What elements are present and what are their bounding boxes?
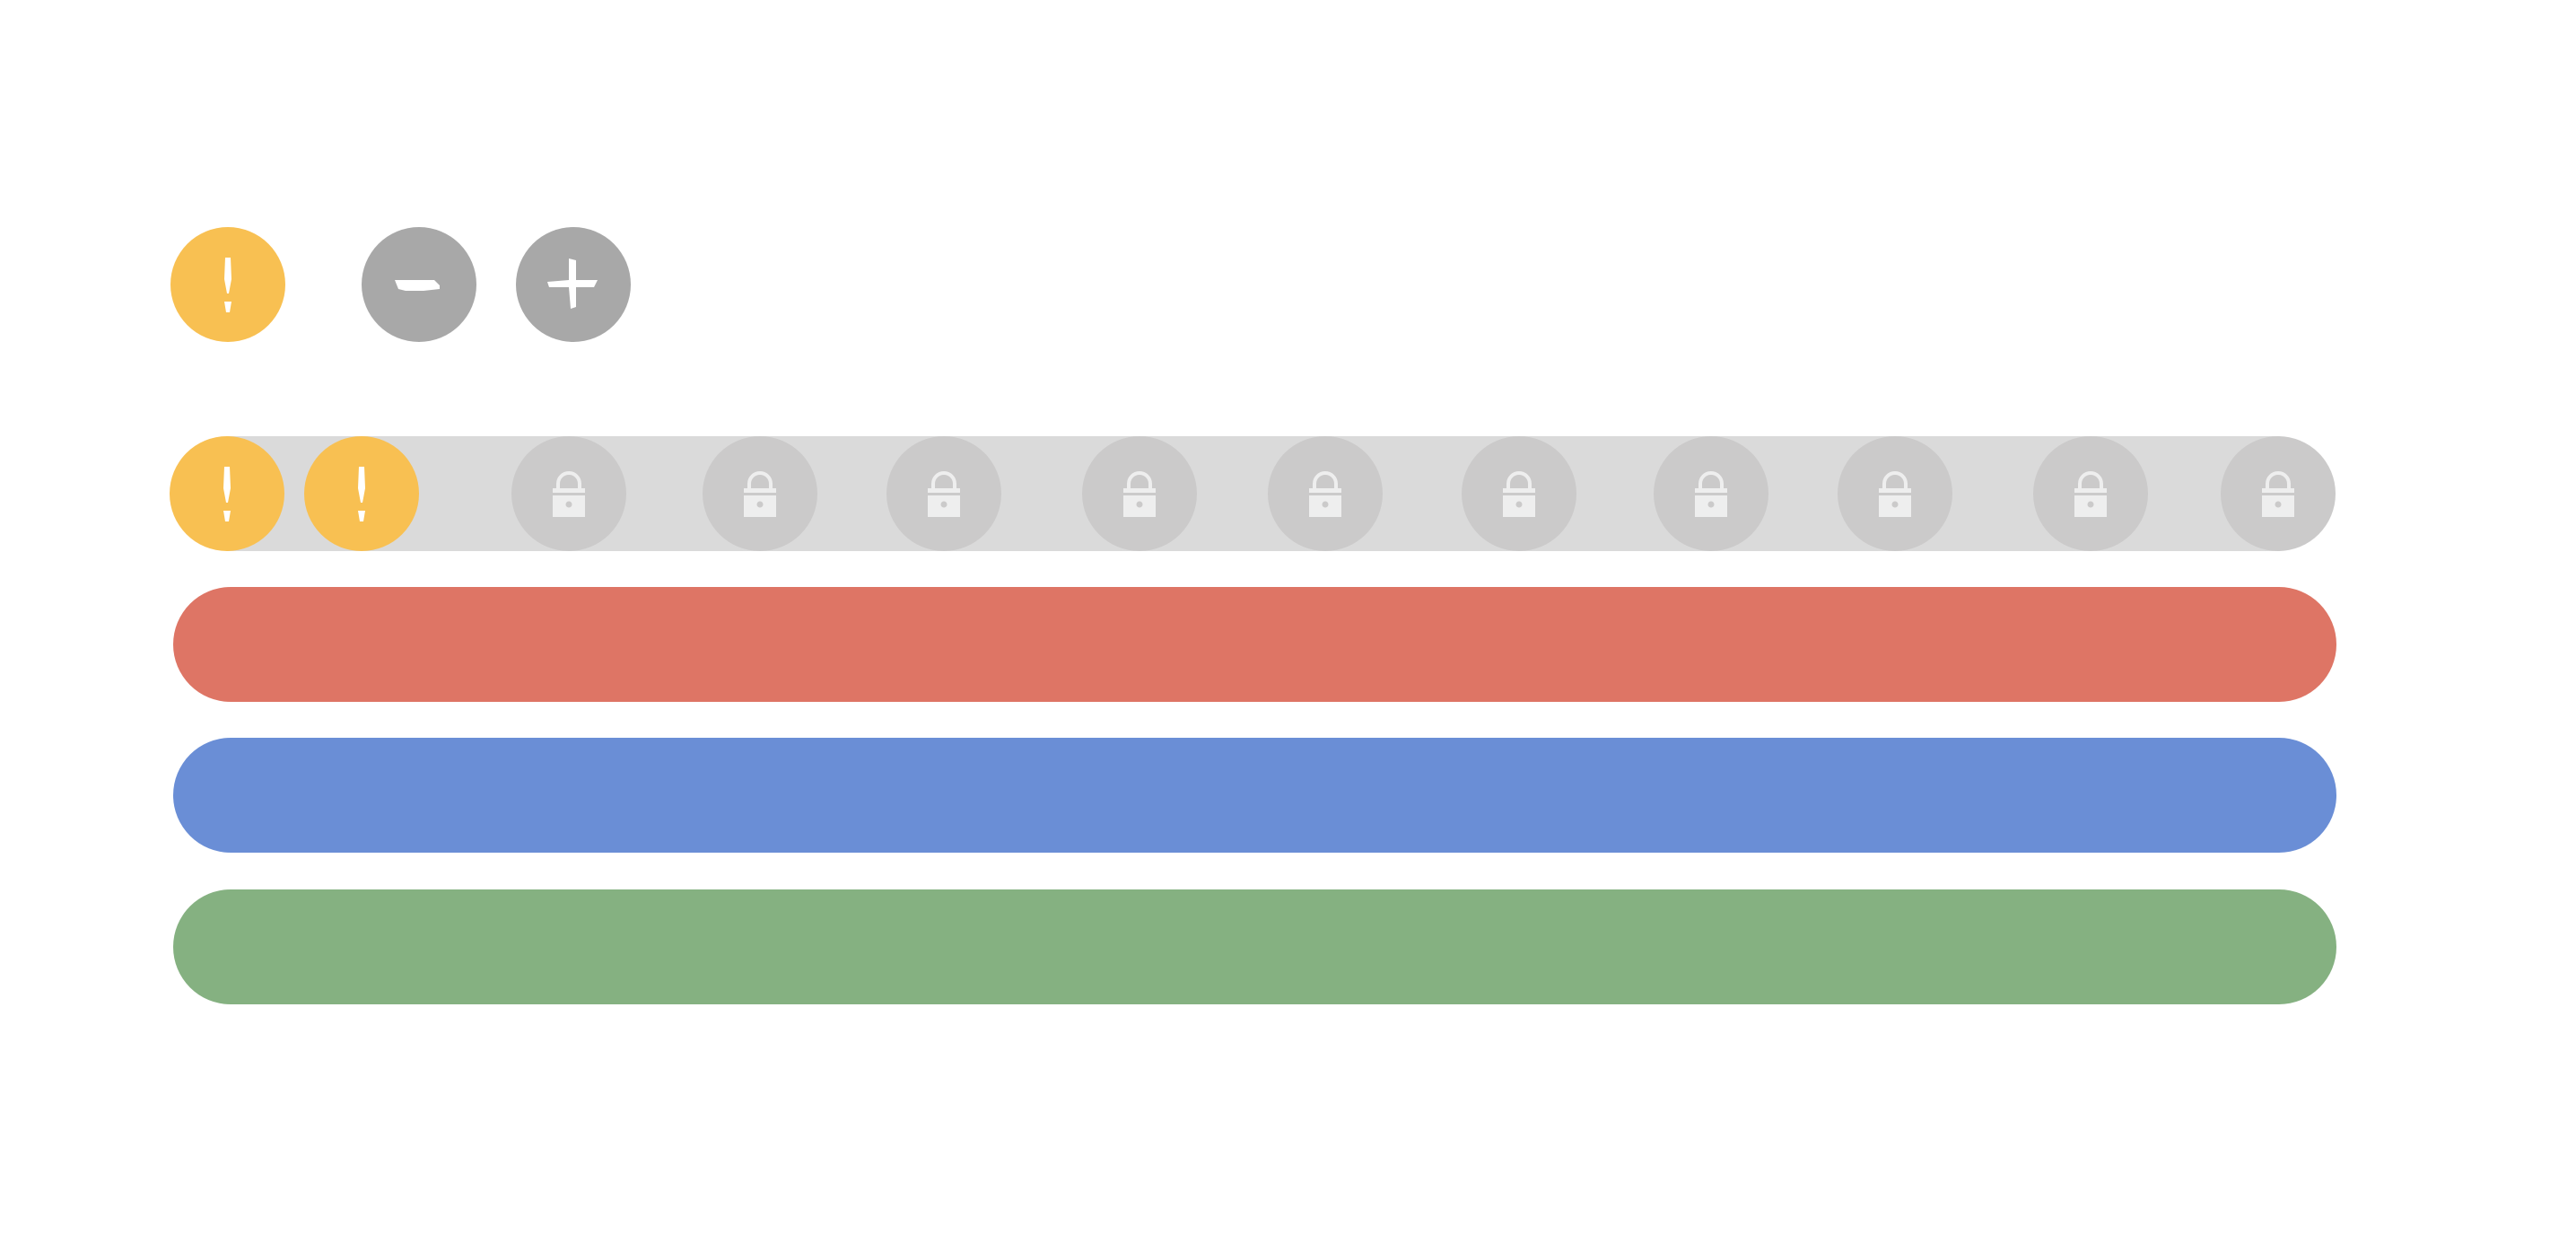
exclamation-icon: [223, 467, 231, 521]
padlock-icon: [2262, 471, 2294, 517]
level-node-locked[interactable]: [511, 436, 626, 551]
level-node-locked[interactable]: [703, 436, 817, 551]
padlock-icon: [1695, 471, 1727, 517]
level-node-locked[interactable]: [1268, 436, 1383, 551]
padlock-icon: [553, 471, 585, 517]
plus-button[interactable]: [516, 227, 631, 342]
minus-button[interactable]: [362, 227, 476, 342]
padlock-icon: [2074, 471, 2107, 517]
padlock-icon: [1879, 471, 1911, 517]
exclamation-icon: [224, 258, 231, 312]
level-node-locked[interactable]: [1462, 436, 1576, 551]
level-node-unlocked[interactable]: [170, 436, 284, 551]
padlock-icon: [1123, 471, 1156, 517]
level-node-locked[interactable]: [1654, 436, 1768, 551]
level-node-locked[interactable]: [886, 436, 1001, 551]
minus-icon: [395, 280, 440, 291]
blue-bar[interactable]: [173, 738, 2336, 853]
padlock-icon: [744, 471, 776, 517]
plus-icon: [547, 258, 598, 309]
level-node-locked[interactable]: [2221, 436, 2336, 551]
green-bar[interactable]: [173, 889, 2336, 1004]
level-node-locked[interactable]: [1082, 436, 1197, 551]
red-bar[interactable]: [173, 587, 2336, 702]
level-node-locked[interactable]: [2033, 436, 2148, 551]
alert-button[interactable]: [170, 227, 285, 342]
level-node-unlocked[interactable]: [304, 436, 419, 551]
level-node-locked[interactable]: [1838, 436, 1952, 551]
exclamation-icon: [358, 467, 365, 521]
padlock-icon: [1309, 471, 1341, 517]
padlock-icon: [1503, 471, 1535, 517]
padlock-icon: [928, 471, 960, 517]
